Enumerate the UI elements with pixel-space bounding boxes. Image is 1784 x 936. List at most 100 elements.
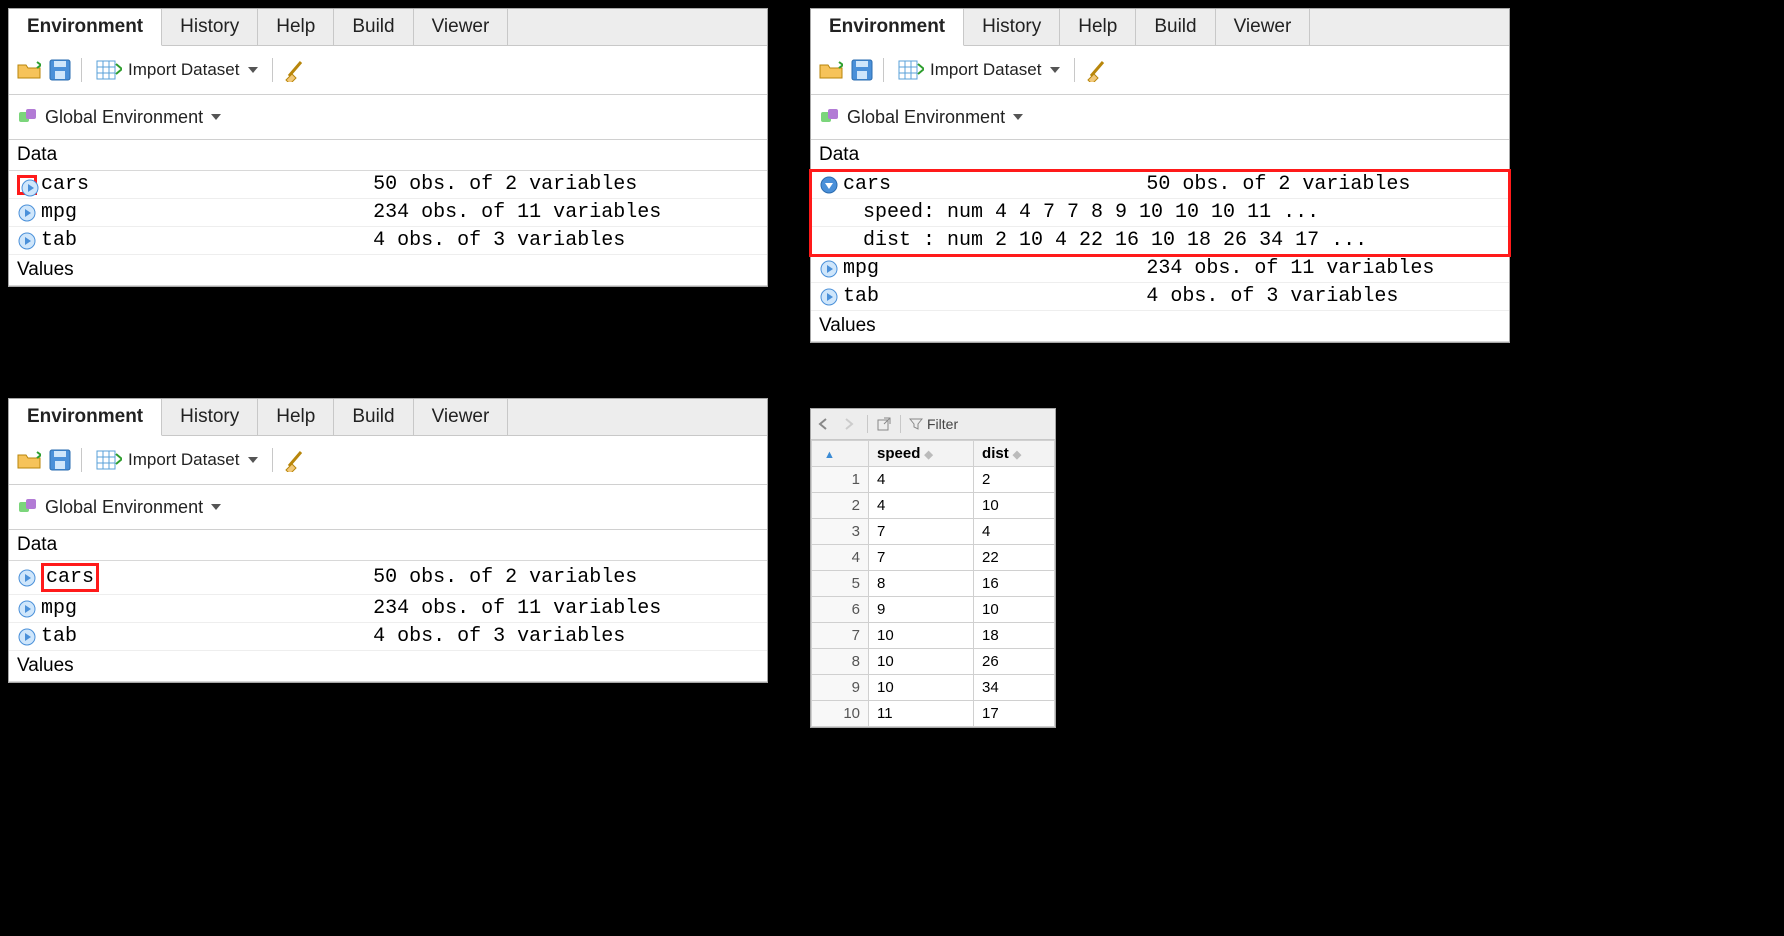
data-row-tab[interactable]: tab 4 obs. of 3 variables	[811, 283, 1509, 311]
data-row-cars[interactable]: cars 50 obs. of 2 variables	[9, 561, 767, 595]
data-row-tab[interactable]: tab 4 obs. of 3 variables	[9, 227, 767, 255]
env-scope-label: Global Environment	[45, 497, 203, 518]
highlight-cars-expanded: cars 50 obs. of 2 variables speed: num 4…	[811, 171, 1509, 255]
env-toolbar: Import Dataset	[9, 46, 767, 95]
import-dataset-button[interactable]: Import Dataset	[92, 448, 262, 472]
tab-history[interactable]: History	[162, 9, 258, 45]
data-row-mpg[interactable]: mpg 234 obs. of 11 variables	[9, 199, 767, 227]
filter-label: Filter	[927, 416, 958, 432]
tab-environment[interactable]: Environment	[9, 399, 162, 436]
toolbar-separator	[900, 415, 901, 433]
data-row-tab[interactable]: tab 4 obs. of 3 variables	[9, 623, 767, 651]
table-row[interactable]: 4722	[812, 545, 1055, 571]
table-row[interactable]: 101117	[812, 701, 1055, 727]
env-list: Data cars 50 obs. of 2 variables mpg 234…	[9, 530, 767, 682]
expand-icon[interactable]	[17, 203, 37, 223]
broom-clear-icon[interactable]	[283, 448, 307, 472]
env-scope-row[interactable]: Global Environment	[811, 95, 1509, 140]
save-icon[interactable]	[49, 59, 71, 81]
table-row[interactable]: 81026	[812, 649, 1055, 675]
data-table: ▲ speed◆ dist◆ 1422410374472258166910710…	[811, 440, 1055, 727]
grid-import-icon	[96, 60, 122, 80]
tab-history[interactable]: History	[162, 399, 258, 435]
cell-speed: 7	[869, 545, 974, 571]
dropdown-caret-icon	[1013, 114, 1023, 120]
table-row[interactable]: 71018	[812, 623, 1055, 649]
cell-dist: 4	[974, 519, 1055, 545]
expand-icon[interactable]	[17, 599, 37, 619]
tab-help[interactable]: Help	[258, 399, 334, 435]
col-header-dist[interactable]: dist◆	[974, 441, 1055, 467]
table-row[interactable]: 6910	[812, 597, 1055, 623]
table-row[interactable]: 374	[812, 519, 1055, 545]
rownum-cell: 3	[812, 519, 869, 545]
data-row-mpg[interactable]: mpg 234 obs. of 11 variables	[9, 595, 767, 623]
broom-clear-icon[interactable]	[283, 58, 307, 82]
toolbar-separator	[272, 58, 273, 82]
expand-icon[interactable]	[17, 568, 37, 588]
object-desc: 50 obs. of 2 variables	[1146, 173, 1501, 196]
save-icon[interactable]	[49, 449, 71, 471]
table-row[interactable]: 2410	[812, 493, 1055, 519]
dropdown-caret-icon	[248, 457, 258, 463]
grid-import-icon	[898, 60, 924, 80]
tab-build[interactable]: Build	[1136, 9, 1215, 45]
table-row[interactable]: 5816	[812, 571, 1055, 597]
object-desc: 4 obs. of 3 variables	[373, 625, 759, 648]
tab-environment[interactable]: Environment	[9, 9, 162, 46]
tab-viewer[interactable]: Viewer	[414, 399, 509, 435]
import-dataset-label: Import Dataset	[128, 60, 240, 80]
tab-history[interactable]: History	[964, 9, 1060, 45]
data-row-cars[interactable]: cars 50 obs. of 2 variables	[811, 171, 1509, 199]
expand-icon[interactable]	[17, 231, 37, 251]
env-panel-expanded: Environment History Help Build Viewer Im…	[810, 8, 1510, 343]
nav-forward-button[interactable]	[841, 417, 859, 431]
expand-icon[interactable]	[819, 287, 839, 307]
data-row-mpg[interactable]: mpg 234 obs. of 11 variables	[811, 255, 1509, 283]
filter-button[interactable]: Filter	[909, 416, 958, 432]
rownum-cell: 10	[812, 701, 869, 727]
cell-speed: 11	[869, 701, 974, 727]
tab-help[interactable]: Help	[258, 9, 334, 45]
viewer-toolbar: Filter	[811, 409, 1055, 440]
rownum-cell: 9	[812, 675, 869, 701]
import-dataset-label: Import Dataset	[128, 450, 240, 470]
table-row[interactable]: 91034	[812, 675, 1055, 701]
cell-dist: 26	[974, 649, 1055, 675]
expand-icon[interactable]	[17, 175, 37, 195]
col-header-speed[interactable]: speed◆	[869, 441, 974, 467]
expand-icon[interactable]	[17, 627, 37, 647]
env-panel-name-highlight: Environment History Help Build Viewer Im…	[8, 398, 768, 683]
save-icon[interactable]	[851, 59, 873, 81]
section-values: Values	[811, 311, 1509, 342]
tab-viewer[interactable]: Viewer	[414, 9, 509, 45]
nav-back-button[interactable]	[817, 417, 835, 431]
object-name: tab	[843, 285, 879, 308]
collapse-icon[interactable]	[819, 175, 839, 195]
tab-environment[interactable]: Environment	[811, 9, 964, 46]
open-folder-icon[interactable]	[17, 450, 41, 470]
env-scope-row[interactable]: Global Environment	[9, 485, 767, 530]
open-folder-icon[interactable]	[819, 60, 843, 80]
import-dataset-button[interactable]: Import Dataset	[92, 58, 262, 82]
object-name: tab	[41, 625, 77, 648]
object-desc: 50 obs. of 2 variables	[373, 173, 759, 196]
tab-help[interactable]: Help	[1060, 9, 1136, 45]
import-dataset-button[interactable]: Import Dataset	[894, 58, 1064, 82]
cell-speed: 7	[869, 519, 974, 545]
popout-icon[interactable]	[876, 416, 892, 432]
data-row-cars[interactable]: cars 50 obs. of 2 variables	[9, 171, 767, 199]
table-row[interactable]: 142	[812, 467, 1055, 493]
tab-build[interactable]: Build	[334, 9, 413, 45]
env-scope-row[interactable]: Global Environment	[9, 95, 767, 140]
rownum-cell: 2	[812, 493, 869, 519]
tab-build[interactable]: Build	[334, 399, 413, 435]
section-values: Values	[9, 255, 767, 286]
object-desc: 50 obs. of 2 variables	[373, 566, 759, 589]
open-folder-icon[interactable]	[17, 60, 41, 80]
expand-icon[interactable]	[819, 259, 839, 279]
toolbar-separator	[1074, 58, 1075, 82]
tab-viewer[interactable]: Viewer	[1216, 9, 1311, 45]
rownum-header[interactable]: ▲	[812, 441, 869, 467]
broom-clear-icon[interactable]	[1085, 58, 1109, 82]
